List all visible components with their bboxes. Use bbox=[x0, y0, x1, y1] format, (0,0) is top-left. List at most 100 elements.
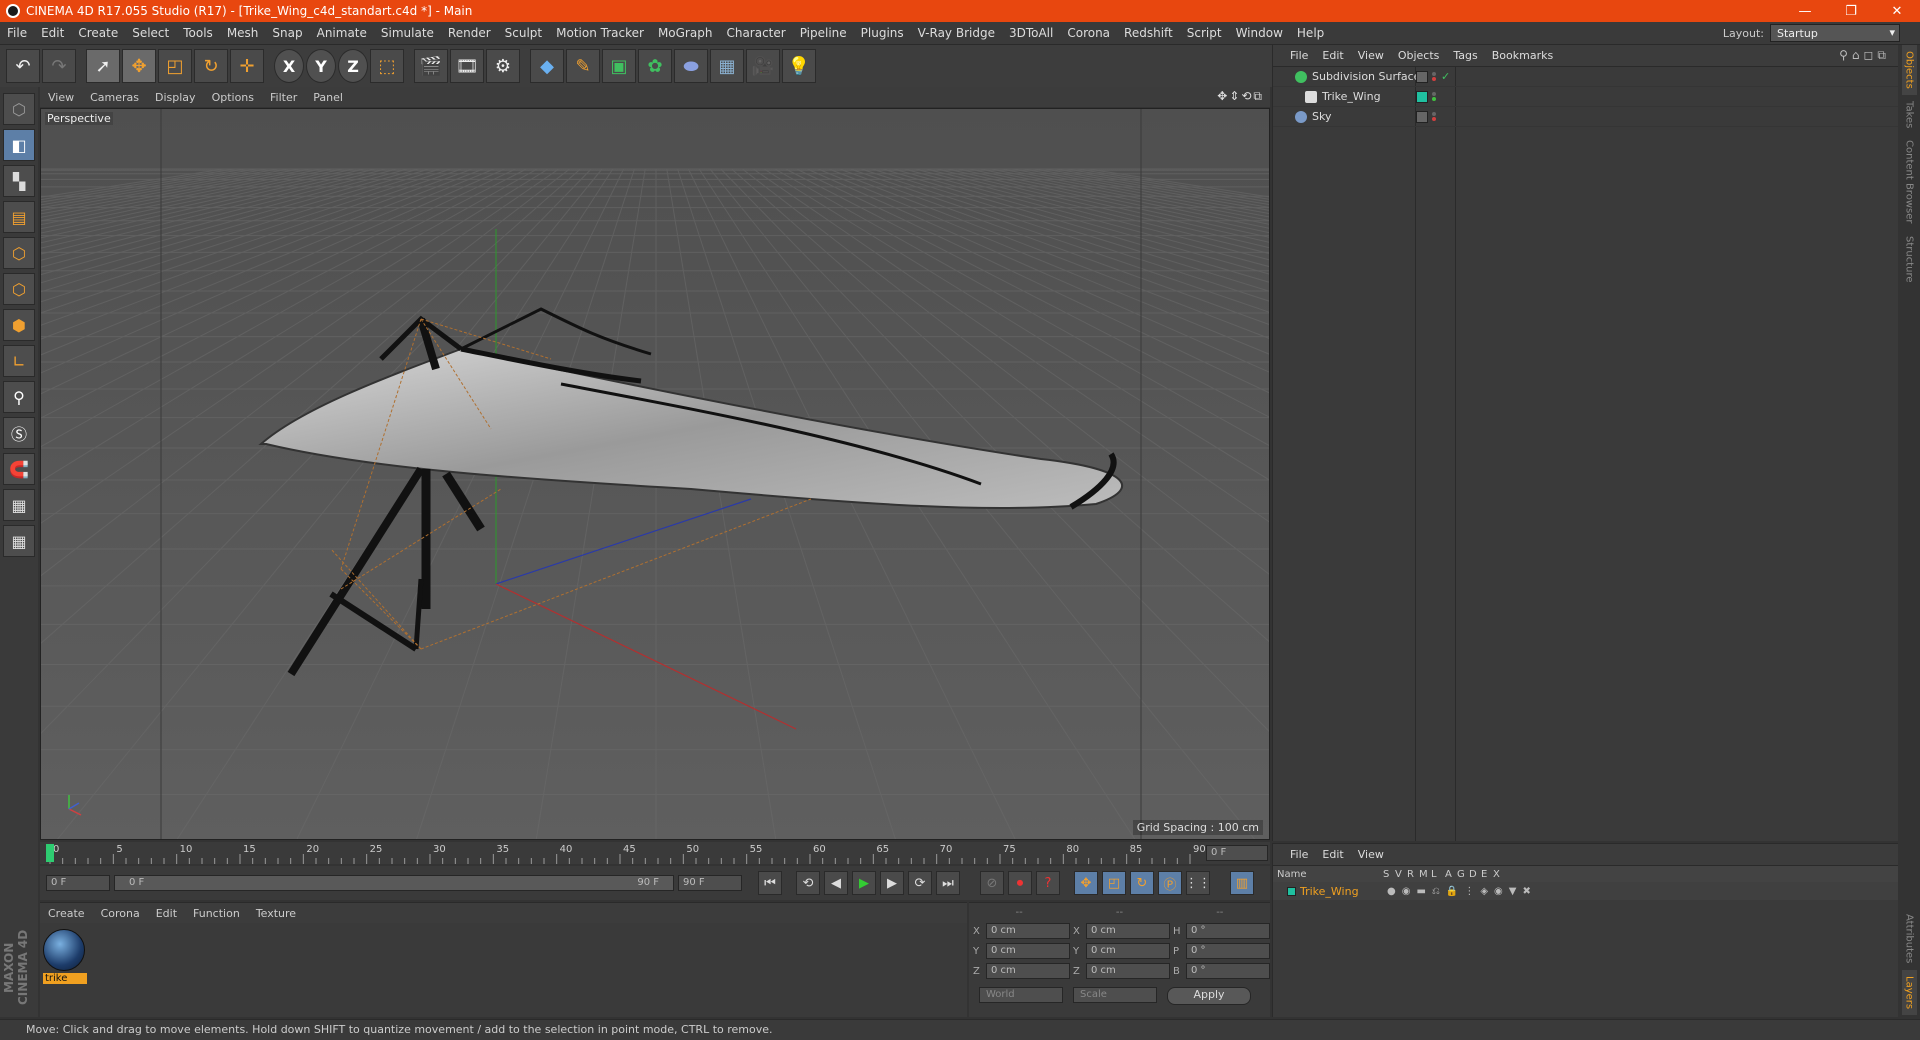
layer-col-d[interactable]: D bbox=[1469, 869, 1477, 880]
object-row-trike-wing[interactable]: Trike_Wing bbox=[1273, 87, 1898, 107]
next-key-icon[interactable]: ⟳ bbox=[908, 871, 932, 895]
viewport-menu-display[interactable]: Display bbox=[147, 91, 204, 104]
menu-plugins[interactable]: Plugins bbox=[854, 26, 911, 40]
viewport-nav-icons[interactable]: ✥⇕⟲⧉ bbox=[1217, 89, 1264, 104]
display-tag-icon[interactable] bbox=[1416, 110, 1428, 123]
menu-pipeline[interactable]: Pipeline bbox=[793, 26, 854, 40]
menu-select[interactable]: Select bbox=[125, 26, 176, 40]
material-menu-function[interactable]: Function bbox=[185, 907, 248, 920]
menu-mograph[interactable]: MoGraph bbox=[651, 26, 720, 40]
restore-button[interactable]: ❐ bbox=[1828, 4, 1874, 19]
y-axis-lock-icon[interactable]: Y bbox=[306, 49, 336, 83]
enabled-check-icon[interactable]: ✓ bbox=[1441, 70, 1450, 83]
minimize-button[interactable]: — bbox=[1782, 4, 1828, 19]
mograph-cloner-icon[interactable]: ✿ bbox=[638, 49, 672, 83]
viewport-camera-label[interactable]: Perspective bbox=[45, 112, 113, 125]
visibility-dots-icon[interactable] bbox=[1432, 71, 1437, 82]
menu-tools[interactable]: Tools bbox=[176, 26, 220, 40]
side-tab-attributes[interactable]: Attributes bbox=[1902, 908, 1917, 969]
layer-row[interactable]: Trike_Wing ●◉▬⎌🔒⋮◈◉▼✖ bbox=[1273, 882, 1898, 900]
side-tab-layers[interactable]: Layers bbox=[1901, 969, 1917, 1015]
object-menu-bookmarks[interactable]: Bookmarks bbox=[1485, 49, 1560, 62]
coord-value-field[interactable]: 0 cm bbox=[986, 963, 1070, 979]
points-mode-icon[interactable]: ⬡ bbox=[3, 237, 35, 269]
coordinate-system-icon[interactable]: ⬚ bbox=[370, 49, 404, 83]
object-manager-icons[interactable]: ⚲⌂◻⧉ bbox=[1839, 48, 1890, 63]
coord-value-field[interactable]: 0 ° bbox=[1186, 963, 1270, 979]
z-axis-lock-icon[interactable]: Z bbox=[338, 49, 368, 83]
viewport-menu-options[interactable]: Options bbox=[204, 91, 262, 104]
menu-animate[interactable]: Animate bbox=[310, 26, 374, 40]
redo-icon[interactable]: ↷ bbox=[42, 49, 76, 83]
timeline-window-icon[interactable]: ▥ bbox=[1230, 871, 1254, 895]
layer-col-x[interactable]: X bbox=[1493, 869, 1500, 880]
planar-workplane-icon[interactable]: ▦ bbox=[3, 525, 35, 557]
layer-col-l[interactable]: L bbox=[1431, 869, 1437, 880]
menu-edit[interactable]: Edit bbox=[34, 26, 71, 40]
coord-value-field[interactable]: 0 cm bbox=[1086, 943, 1170, 959]
layer-col-e[interactable]: E bbox=[1481, 869, 1487, 880]
menu-create[interactable]: Create bbox=[71, 26, 125, 40]
coord-mode-dropdown[interactable]: Scale bbox=[1073, 987, 1157, 1003]
scale-tool-icon[interactable]: ◰ bbox=[158, 49, 192, 83]
layer-menu-file[interactable]: File bbox=[1283, 848, 1315, 861]
current-frame-field[interactable]: 0 F bbox=[1206, 845, 1268, 861]
viewport-menu-panel[interactable]: Panel bbox=[305, 91, 351, 104]
layer-col-v[interactable]: V bbox=[1395, 869, 1402, 880]
visibility-dots-icon[interactable] bbox=[1432, 111, 1437, 122]
polygons-mode-icon[interactable]: ⬢ bbox=[3, 309, 35, 341]
coord-value-field[interactable]: 0 cm bbox=[1086, 923, 1170, 939]
coord-value-field[interactable]: 0 ° bbox=[1186, 943, 1270, 959]
material-menu-create[interactable]: Create bbox=[40, 907, 93, 920]
material-menu-edit[interactable]: Edit bbox=[148, 907, 185, 920]
render-view-icon[interactable]: 🎬 bbox=[414, 49, 448, 83]
deformer-icon[interactable]: ⬬ bbox=[674, 49, 708, 83]
undo-icon[interactable]: ↶ bbox=[6, 49, 40, 83]
layer-color-swatch[interactable] bbox=[1416, 90, 1428, 103]
object-menu-objects[interactable]: Objects bbox=[1391, 49, 1447, 62]
cube-primitive-icon[interactable]: ◆ bbox=[530, 49, 564, 83]
workplane-icon[interactable]: ▤ bbox=[3, 201, 35, 233]
object-row-sky[interactable]: Sky bbox=[1273, 107, 1898, 127]
texture-mode-icon[interactable]: ▚ bbox=[3, 165, 35, 197]
layer-col-a[interactable]: A bbox=[1445, 869, 1452, 880]
side-tab-structure[interactable]: Structure bbox=[1902, 230, 1917, 289]
next-frame-icon[interactable]: ▶ bbox=[880, 871, 904, 895]
x-axis-lock-icon[interactable]: X bbox=[274, 49, 304, 83]
menu-corona[interactable]: Corona bbox=[1060, 26, 1117, 40]
side-tab-objects[interactable]: Objects bbox=[1901, 45, 1917, 95]
viewport-menu-cameras[interactable]: Cameras bbox=[82, 91, 147, 104]
floor-scene-icon[interactable]: ▦ bbox=[710, 49, 744, 83]
material-menu-texture[interactable]: Texture bbox=[248, 907, 304, 920]
model-mode-icon[interactable]: ◧ bbox=[3, 129, 35, 161]
transform-tool-icon[interactable]: ✛ bbox=[230, 49, 264, 83]
coord-space-dropdown[interactable]: World bbox=[979, 987, 1063, 1003]
perspective-viewport[interactable]: Perspective Grid Spacing : 100 cm bbox=[40, 108, 1270, 840]
material-menu-corona[interactable]: Corona bbox=[93, 907, 148, 920]
tweak-mode-icon[interactable]: ⚲ bbox=[3, 381, 35, 413]
go-to-start-icon[interactable]: ⏮ bbox=[758, 871, 782, 895]
viewport-menu-filter[interactable]: Filter bbox=[262, 91, 305, 104]
side-tab-takes[interactable]: Takes bbox=[1902, 95, 1917, 134]
render-settings-icon[interactable]: ⚙ bbox=[486, 49, 520, 83]
go-to-end-icon[interactable]: ⏭ bbox=[936, 871, 960, 895]
timeline-ruler[interactable]: 0 5 10 15 20 25 30 35 40 45 50 55 60 65 70 75 80 85 90 0 F bbox=[40, 842, 1270, 864]
menu-character[interactable]: Character bbox=[719, 26, 792, 40]
object-menu-file[interactable]: File bbox=[1283, 49, 1315, 62]
layer-menu-edit[interactable]: Edit bbox=[1315, 848, 1350, 861]
coord-value-field[interactable]: 0 cm bbox=[986, 943, 1070, 959]
key-position-icon[interactable]: ✥ bbox=[1074, 871, 1098, 895]
menu-motion-tracker[interactable]: Motion Tracker bbox=[549, 26, 651, 40]
record-keys-icon[interactable]: ⊘ bbox=[980, 871, 1004, 895]
menu-snap[interactable]: Snap bbox=[265, 26, 309, 40]
start-frame-field[interactable]: 0 F bbox=[46, 875, 110, 891]
previous-key-icon[interactable]: ⟲ bbox=[796, 871, 820, 895]
autokey-icon[interactable]: ⏺ bbox=[1008, 871, 1032, 895]
subdivision-icon[interactable]: ▣ bbox=[602, 49, 636, 83]
key-point-level-icon[interactable]: ⋮⋮ bbox=[1185, 871, 1211, 895]
layer-col-s[interactable]: S bbox=[1383, 869, 1389, 880]
layout-dropdown[interactable]: Startup bbox=[1770, 24, 1900, 42]
menu-3dtoall[interactable]: 3DToAll bbox=[1002, 26, 1060, 40]
material-swatch[interactable]: trike bbox=[43, 929, 87, 984]
magnet-icon[interactable]: 🧲 bbox=[3, 453, 35, 485]
